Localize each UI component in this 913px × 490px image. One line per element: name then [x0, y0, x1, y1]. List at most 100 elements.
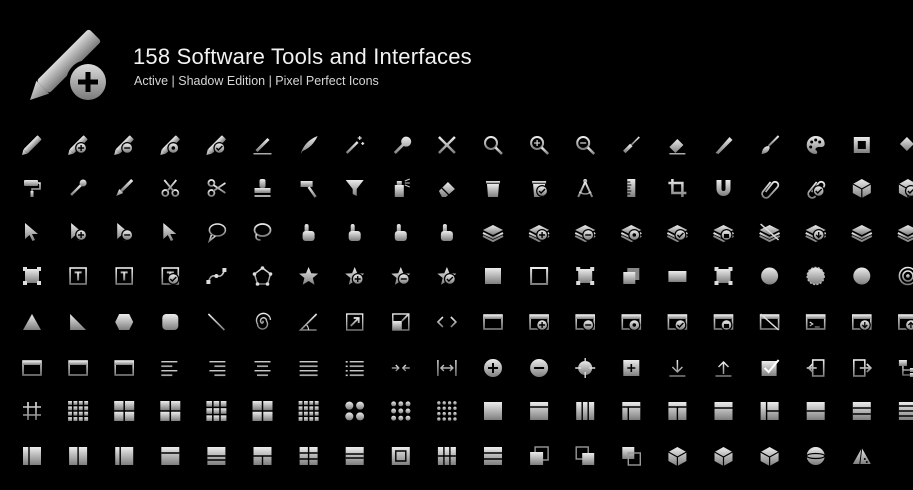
layers-check-icon [666, 225, 688, 243]
hammer-icon [300, 181, 317, 198]
window-check-icon [667, 314, 688, 331]
hand-tap-icon [440, 224, 453, 241]
compass-icon [577, 179, 594, 198]
shrink-arrow-icon [392, 313, 410, 331]
layout-lower-split-icon [253, 447, 272, 465]
right-triangle-icon [70, 314, 87, 330]
window-hidden-icon [759, 313, 780, 331]
rectangle-icon [668, 271, 687, 282]
spiral-icon [255, 312, 272, 330]
tools-cross-icon [438, 136, 456, 154]
layout-frame-icon [391, 447, 410, 465]
angle-icon [298, 313, 318, 331]
text-icon [115, 267, 133, 285]
paint-roller-icon [24, 180, 41, 197]
layers-star-icon [620, 225, 642, 243]
window-add-icon [529, 314, 549, 331]
layers-add-icon [528, 225, 550, 243]
star-remove-icon [391, 267, 411, 285]
spray-can-icon [394, 178, 410, 197]
import-icon [806, 359, 825, 377]
focus-frame-icon [623, 360, 640, 376]
crosshair-icon [575, 358, 596, 378]
panel-solid-icon [484, 402, 502, 420]
text-box-icon [69, 267, 87, 285]
layout-header-icon [714, 402, 733, 420]
crop-icon [668, 179, 687, 197]
align-right-icon [209, 361, 226, 377]
plus-circle-icon [484, 359, 502, 377]
layers-hidden-icon [759, 223, 781, 243]
align-left-icon [161, 361, 178, 377]
star-add-icon [345, 267, 365, 285]
layout-columns-icon [576, 402, 595, 420]
upload-icon [715, 360, 732, 377]
trash-check-icon [532, 181, 549, 197]
saw-icon [715, 137, 733, 154]
paperclip-check-icon [807, 180, 826, 199]
resize-arrow-icon [346, 313, 364, 331]
cube-side-icon [714, 447, 733, 466]
selection-box-icon [23, 267, 41, 285]
layout-rows-icon [852, 402, 871, 420]
paperclip-icon [761, 180, 780, 199]
magic-wand-icon [345, 136, 365, 154]
magnet-icon [716, 180, 731, 196]
pencil-icon [22, 135, 42, 155]
lasso-icon [253, 223, 272, 241]
checkbox-icon [761, 359, 780, 376]
hand-grab-icon [394, 224, 407, 241]
layout-band-icon [345, 447, 364, 465]
list-icon [345, 361, 364, 377]
copy-layers-icon [530, 446, 549, 465]
pencil-remove-icon [114, 135, 134, 155]
grid-2x2-icon [114, 401, 135, 421]
square-icon [485, 268, 501, 284]
scissors-icon [161, 179, 180, 197]
ruler-icon [627, 179, 636, 197]
layers-lock-icon [713, 225, 734, 243]
star-check-icon [437, 267, 457, 285]
window-remove-icon [575, 314, 596, 331]
window-nested-icon [22, 360, 42, 376]
palette-icon [806, 136, 825, 154]
window-terminal-icon [805, 314, 826, 330]
square-select-icon [576, 267, 595, 285]
dropper-icon [70, 179, 87, 196]
hexagon-icon [115, 314, 134, 330]
text-check-icon [161, 267, 180, 285]
grid-2x2-large-icon [252, 401, 273, 421]
dot-grid-dense-icon [437, 401, 457, 421]
frame-icon [853, 137, 870, 153]
hand-point-icon [348, 224, 361, 241]
layers-merge-icon [851, 225, 873, 243]
download-icon [669, 360, 686, 377]
stamp-icon [254, 179, 271, 197]
cube-icon [852, 179, 872, 198]
split-vertical-icon [160, 401, 181, 421]
split-columns-icon [69, 447, 88, 465]
search-icon [484, 136, 503, 155]
layout-stripes-icon [898, 402, 913, 420]
cursor-outline-icon [163, 223, 177, 241]
hand-pointer-icon [302, 224, 315, 241]
cursor-plus-icon [71, 223, 88, 241]
cursor-minus-icon [117, 223, 134, 241]
send-back-icon [622, 447, 641, 466]
code-icon [436, 316, 458, 328]
pencil-check-icon [206, 135, 226, 155]
hash-grid-icon [23, 402, 41, 420]
grid-fine-icon [68, 401, 89, 421]
layout-sidebar-grid-icon [760, 402, 779, 420]
layers-down-icon [805, 225, 827, 243]
rectangle-select-icon [714, 267, 733, 285]
zoom-out-icon [576, 136, 596, 155]
grid-3x3-icon [206, 401, 227, 421]
layout-top-bar-icon [161, 447, 180, 465]
window-upload-icon [898, 314, 913, 331]
scissors-cut-icon [207, 179, 226, 197]
sphere-cut-icon [806, 447, 826, 465]
polygon-path-icon [252, 266, 273, 286]
layout-thirds-icon [484, 447, 502, 465]
layout-quad-rows-icon [299, 447, 318, 465]
